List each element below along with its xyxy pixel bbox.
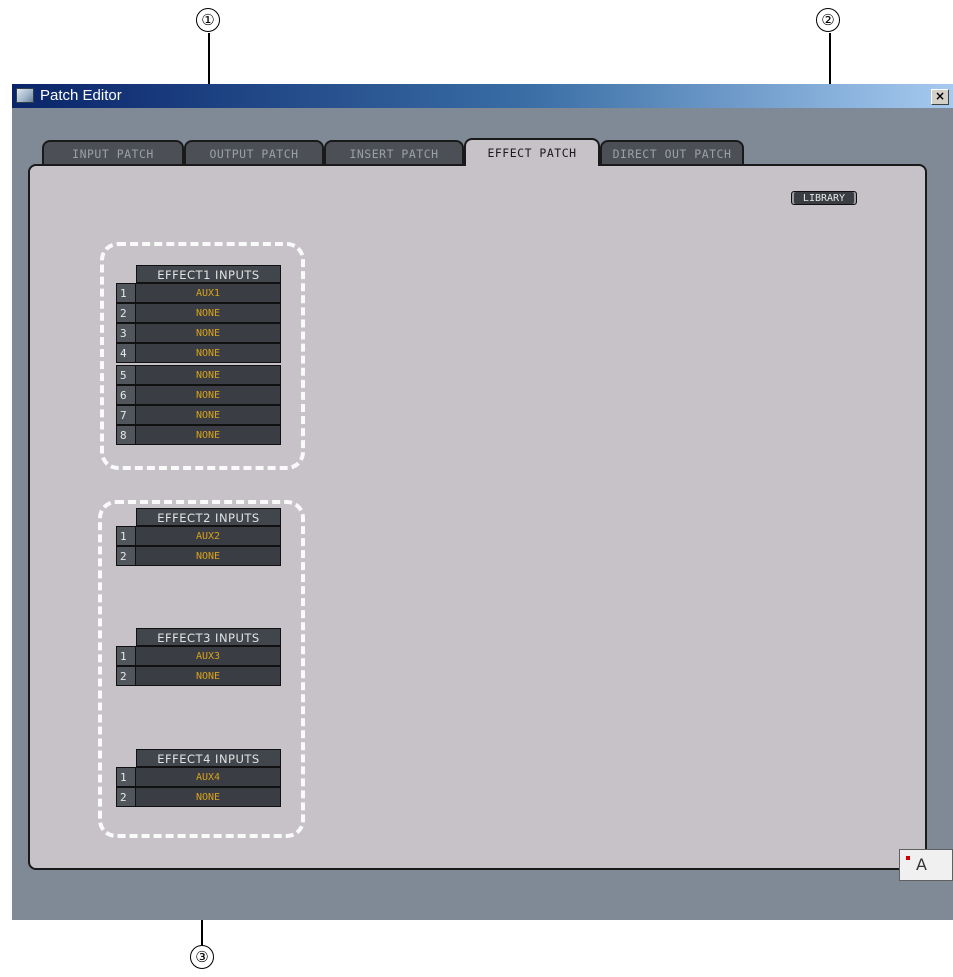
effect2-row-2: 2 NONE	[116, 546, 281, 566]
input-number: 2	[116, 787, 136, 807]
close-button[interactable]: ×	[931, 89, 949, 105]
input-number: 2	[116, 303, 136, 323]
input-source-select[interactable]: AUX4	[136, 767, 281, 787]
input-source-select[interactable]: AUX1	[136, 283, 281, 303]
input-source-select[interactable]: NONE	[136, 405, 281, 425]
input-number: 1	[116, 526, 136, 546]
tab-direct-out-patch[interactable]: DIRECT OUT PATCH	[600, 140, 744, 164]
effect1-row-1: 1 AUX1	[116, 283, 281, 303]
effect1-header: EFFECT1 INPUTS	[136, 265, 281, 283]
effect1-row-7: 7 NONE	[116, 405, 281, 425]
effect3-header: EFFECT3 INPUTS	[136, 628, 281, 646]
callout-3: ③	[190, 945, 214, 969]
effect1-row-3: 3 NONE	[116, 323, 281, 343]
ime-toolbar[interactable]: A	[899, 849, 953, 881]
effect4-header: EFFECT4 INPUTS	[136, 749, 281, 767]
input-source-select[interactable]: AUX2	[136, 526, 281, 546]
input-number: 4	[116, 343, 136, 363]
tab-output-patch[interactable]: OUTPUT PATCH	[184, 140, 324, 164]
input-source-select[interactable]: NONE	[136, 425, 281, 445]
input-number: 6	[116, 385, 136, 405]
effect1-row-5: 5 NONE	[116, 365, 281, 385]
callout-2: ②	[816, 8, 840, 32]
effect4-row-1: 1 AUX4	[116, 767, 281, 787]
window-title: Patch Editor	[40, 87, 122, 104]
tab-input-patch[interactable]: INPUT PATCH	[42, 140, 184, 164]
input-number: 8	[116, 425, 136, 445]
input-source-select[interactable]: NONE	[136, 787, 281, 807]
input-number: 2	[116, 546, 136, 566]
input-source-select[interactable]: NONE	[136, 546, 281, 566]
app-icon	[16, 88, 34, 103]
ime-toolbar-label: A	[916, 855, 927, 874]
library-button[interactable]: LIBRARY	[791, 191, 857, 205]
input-number: 1	[116, 283, 136, 303]
input-number: 1	[116, 767, 136, 787]
input-number: 3	[116, 323, 136, 343]
input-source-select[interactable]: AUX3	[136, 646, 281, 666]
effect1-row-2: 2 NONE	[116, 303, 281, 323]
input-number: 1	[116, 646, 136, 666]
effect1-row-6: 6 NONE	[116, 385, 281, 405]
title-bar[interactable]: Patch Editor ×	[12, 84, 953, 108]
effect3-row-1: 1 AUX3	[116, 646, 281, 666]
effect4-row-2: 2 NONE	[116, 787, 281, 807]
input-source-select[interactable]: NONE	[136, 365, 281, 385]
callout-1: ①	[196, 8, 220, 32]
effect3-row-2: 2 NONE	[116, 666, 281, 686]
input-source-select[interactable]: NONE	[136, 323, 281, 343]
input-number: 2	[116, 666, 136, 686]
effect1-row-4: 4 NONE	[116, 343, 281, 363]
input-source-select[interactable]: NONE	[136, 385, 281, 405]
effect2-header: EFFECT2 INPUTS	[136, 508, 281, 526]
effect2-row-1: 1 AUX2	[116, 526, 281, 546]
ime-toolbar-icon	[906, 856, 910, 860]
input-source-select[interactable]: NONE	[136, 666, 281, 686]
patch-editor-window: Patch Editor × INPUT PATCH OUTPUT PATCH …	[12, 84, 953, 920]
input-number: 5	[116, 365, 136, 385]
input-source-select[interactable]: NONE	[136, 303, 281, 323]
input-number: 7	[116, 405, 136, 425]
tab-insert-patch[interactable]: INSERT PATCH	[324, 140, 464, 164]
input-source-select[interactable]: NONE	[136, 343, 281, 363]
effect1-row-8: 8 NONE	[116, 425, 281, 445]
tab-effect-patch[interactable]: EFFECT PATCH	[464, 138, 600, 166]
